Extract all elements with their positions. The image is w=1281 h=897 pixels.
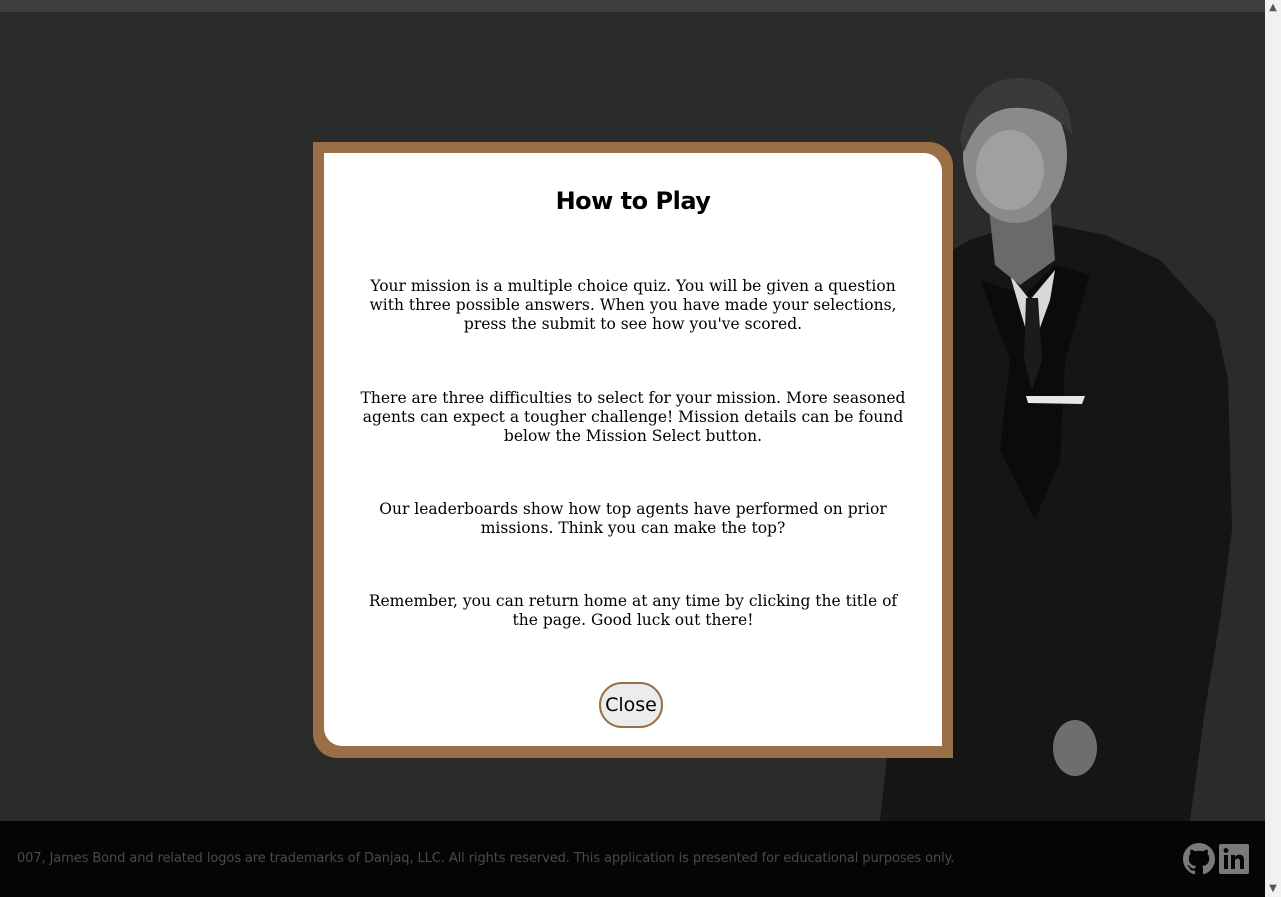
linkedin-icon[interactable] <box>1218 843 1250 875</box>
instructions-paragraph-4: Remember, you can return home at any tim… <box>368 592 898 629</box>
top-bar <box>0 0 1265 12</box>
instructions-paragraph-3: Our leaderboards show how top agents hav… <box>379 500 887 537</box>
how-to-play-modal: How to Play Your mission is a multiple c… <box>324 153 942 746</box>
scrollbar-thumb[interactable] <box>1266 90 1280 880</box>
instructions-paragraph-1: Your mission is a multiple choice quiz. … <box>369 277 897 333</box>
footer-disclaimer: 007, James Bond and related logos are tr… <box>17 851 955 866</box>
scroll-down-arrow-icon[interactable]: ▼ <box>1265 881 1281 897</box>
instructions-paragraph-2: There are three difficulties to select f… <box>360 389 906 445</box>
scroll-up-arrow-icon[interactable]: ▲ <box>1265 0 1281 16</box>
github-icon[interactable] <box>1183 843 1215 875</box>
footer: 007, James Bond and related logos are tr… <box>0 821 1265 897</box>
modal-title: How to Play <box>555 187 711 215</box>
close-button[interactable]: Close <box>599 682 663 728</box>
